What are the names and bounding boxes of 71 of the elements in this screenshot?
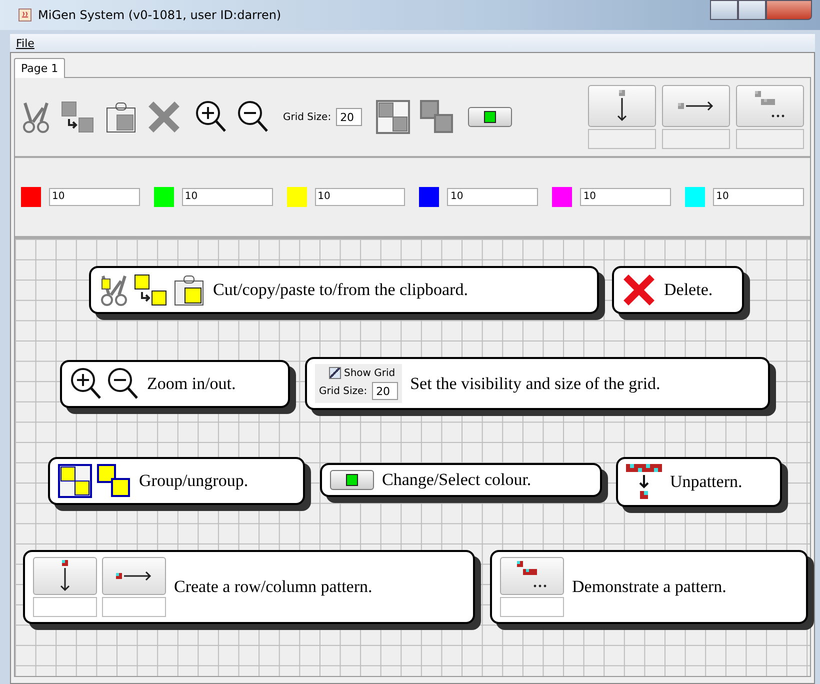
colour-button[interactable]: [468, 107, 512, 127]
right-arrow-icon: [678, 101, 714, 111]
close-button[interactable]: [766, 0, 812, 20]
count-field[interactable]: 10: [713, 188, 804, 206]
grid-size-label: Grid Size:: [283, 112, 332, 122]
window-title: MiGen System (v0-1081, user ID:darren): [38, 8, 282, 22]
copy-icon[interactable]: [61, 101, 95, 133]
unpattern-icon: [626, 464, 662, 500]
right-arrow-icon: [116, 571, 152, 581]
minimize-button[interactable]: [710, 0, 738, 20]
grid-size-field[interactable]: 20: [336, 108, 362, 126]
pattern-field[interactable]: [588, 129, 656, 149]
maximize-button[interactable]: [738, 0, 766, 20]
tab[interactable]: Page 1: [14, 58, 66, 78]
checkbox-label: Show Grid: [344, 368, 396, 378]
callout-text: Zoom in/out.: [147, 374, 236, 394]
scissors-icon[interactable]: [21, 100, 51, 134]
zoom-out-icon[interactable]: [237, 100, 269, 134]
callout-text: Delete.: [664, 280, 713, 300]
count-field[interactable]: 10: [580, 188, 672, 206]
column-pattern-button[interactable]: [33, 557, 97, 595]
pattern-field[interactable]: [102, 597, 166, 617]
java-cup-icon: [18, 8, 32, 22]
callout-text: Set the visibility and size of the grid.: [410, 374, 660, 394]
colour-swatch[interactable]: [552, 187, 572, 207]
column-pattern-button[interactable]: [588, 85, 656, 127]
demonstrate-pattern-button[interactable]: [736, 85, 804, 127]
callout-text: Demonstrate a pattern.: [572, 577, 726, 597]
colour-swatch[interactable]: [419, 187, 440, 207]
count-field[interactable]: 10: [314, 188, 406, 206]
ungroup-icon: [97, 464, 131, 498]
zoom-in-icon[interactable]: [195, 100, 227, 134]
zoom-out-icon: [107, 367, 139, 401]
colour-square-icon: [484, 111, 496, 123]
callout-text: Group/ungroup.: [139, 471, 248, 491]
menu-item[interactable]: File: [16, 36, 34, 50]
clipboard-icon[interactable]: [105, 100, 137, 134]
group-icon: [58, 464, 92, 498]
colour-swatch[interactable]: [286, 187, 307, 207]
count-field[interactable]: 10: [447, 188, 538, 206]
down-arrow-icon: [616, 90, 628, 122]
colour-swatch[interactable]: [154, 187, 174, 207]
count-field[interactable]: 10: [182, 188, 273, 206]
colour-swatch[interactable]: [685, 187, 706, 207]
cross-icon[interactable]: [147, 100, 181, 134]
pattern-field[interactable]: [736, 129, 804, 149]
colour-swatch[interactable]: [21, 187, 41, 207]
callout-text: Change/Select colour.: [382, 470, 532, 490]
grid-size-label: Grid Size:: [319, 386, 368, 396]
cross-icon: [622, 273, 656, 307]
scissors-icon: [99, 273, 129, 307]
row-pattern-button[interactable]: [662, 85, 730, 127]
copy-icon: [134, 274, 168, 306]
pattern-field[interactable]: [33, 597, 97, 617]
callout-text: Create a row/column pattern.: [174, 577, 372, 597]
callout-text: Unpattern.: [670, 472, 742, 492]
row-pattern-button[interactable]: [102, 557, 166, 595]
ungroup-icon[interactable]: [420, 100, 454, 134]
zoom-in-icon: [70, 367, 102, 401]
down-arrow-icon: [59, 560, 71, 592]
pattern-field[interactable]: [662, 129, 730, 149]
grid-size-field[interactable]: 20: [372, 382, 398, 400]
count-field[interactable]: 10: [49, 188, 140, 206]
callout-text: Cut/copy/paste to/from the clipboard.: [213, 280, 468, 300]
group-icon[interactable]: [376, 100, 410, 134]
colour-square-icon: [346, 474, 358, 486]
show-grid-checkbox[interactable]: [329, 367, 341, 379]
colour-button[interactable]: [330, 470, 374, 490]
pattern-field[interactable]: [500, 597, 564, 617]
demonstrate-pattern-button[interactable]: [500, 557, 564, 595]
clipboard-icon: [173, 273, 205, 307]
